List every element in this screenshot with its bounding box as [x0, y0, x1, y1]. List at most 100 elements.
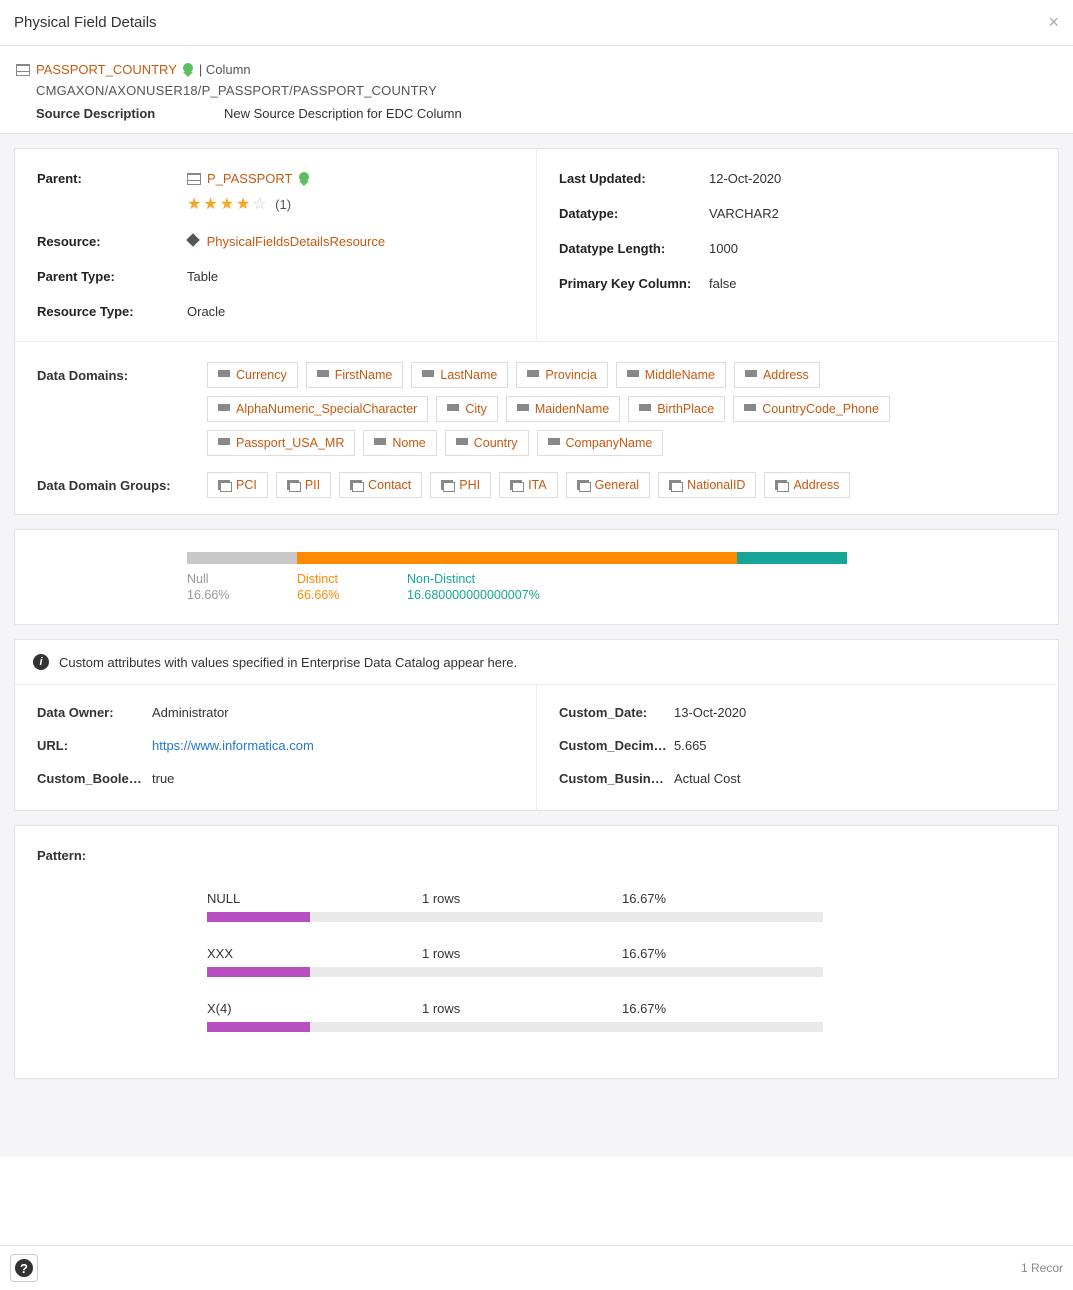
pattern-rows: 1 rows: [422, 891, 622, 906]
grid-icon: [447, 404, 459, 414]
domain-tag[interactable]: MiddleName: [616, 362, 726, 388]
custom-date-label: Custom_Date:: [559, 705, 674, 720]
rating-stars[interactable]: ★★★★☆ (1): [187, 194, 514, 214]
info-icon: i: [33, 654, 49, 670]
grid-icon: [527, 370, 539, 380]
domain-tag[interactable]: Provincia: [516, 362, 607, 388]
tag-label: MiddleName: [645, 368, 715, 382]
data-owner-label: Data Owner:: [37, 705, 152, 720]
grid-icon: [627, 370, 639, 380]
domain-group-tag[interactable]: PHI: [430, 472, 491, 498]
field-name-link[interactable]: PASSPORT_COUNTRY: [36, 62, 177, 77]
domain-tag[interactable]: LastName: [411, 362, 508, 388]
parent-link[interactable]: P_PASSPORT: [207, 171, 293, 186]
tag-label: PCI: [236, 478, 257, 492]
domain-tag[interactable]: Country: [445, 430, 529, 456]
custom-bool-value: true: [152, 771, 514, 786]
question-icon: ?: [15, 1259, 33, 1277]
header-section: PASSPORT_COUNTRY | Column CMGAXON/AXONUS…: [0, 46, 1073, 134]
domain-group-tag[interactable]: ITA: [499, 472, 558, 498]
data-domains-label: Data Domains:: [37, 362, 207, 456]
grid-icon: [548, 438, 560, 448]
domain-group-tag[interactable]: PII: [276, 472, 331, 498]
domain-group-tag[interactable]: Contact: [339, 472, 422, 498]
pattern-rows: 1 rows: [422, 1001, 622, 1016]
pattern-bar: [207, 1022, 823, 1032]
help-button[interactable]: ?: [10, 1254, 38, 1282]
grid-icon: [639, 404, 651, 414]
resource-type-label: Resource Type:: [37, 304, 187, 319]
record-count-text: 1 Recor: [1021, 1261, 1063, 1275]
datatype-len-label: Datatype Length:: [559, 241, 709, 256]
tag-label: ITA: [528, 478, 547, 492]
custom-info-text: Custom attributes with values specified …: [59, 655, 517, 670]
pattern-pct: 16.67%: [622, 891, 666, 906]
domain-tag[interactable]: BirthPlace: [628, 396, 725, 422]
datatype-len-value: 1000: [709, 241, 1036, 256]
tag-label: Passport_USA_MR: [236, 436, 344, 450]
data-owner-value: Administrator: [152, 705, 514, 720]
tag-label: Country: [474, 436, 518, 450]
grid-icon: [218, 438, 230, 448]
stack-icon: [577, 480, 589, 490]
url-label: URL:: [37, 738, 152, 753]
stack-icon: [441, 480, 453, 490]
pk-label: Primary Key Column:: [559, 276, 709, 291]
grid-icon: [218, 370, 230, 380]
tag-label: CountryCode_Phone: [762, 402, 879, 416]
table-icon: [16, 64, 30, 76]
table-icon: [187, 173, 201, 185]
details-right-col: Last Updated: 12-Oct-2020 Datatype: VARC…: [537, 149, 1058, 341]
grid-icon: [374, 438, 386, 448]
domain-tag[interactable]: AlphaNumeric_SpecialCharacter: [207, 396, 428, 422]
type-label: | Column: [199, 62, 251, 77]
cube-icon: [186, 233, 200, 247]
grid-icon: [317, 370, 329, 380]
pattern-label: Pattern:: [37, 848, 1036, 863]
certified-icon: [299, 172, 309, 182]
url-link[interactable]: https://www.informatica.com: [152, 738, 314, 753]
distribution-bar: [187, 552, 847, 564]
parent-type-value: Table: [187, 269, 514, 284]
tag-label: Address: [763, 368, 809, 382]
custom-date-value: 13-Oct-2020: [674, 705, 1036, 720]
resource-type-value: Oracle: [187, 304, 514, 319]
tag-label: AlphaNumeric_SpecialCharacter: [236, 402, 417, 416]
domain-tag[interactable]: Address: [734, 362, 820, 388]
domain-group-tag[interactable]: PCI: [207, 472, 268, 498]
details-left-col: Parent: P_PASSPORT ★★★★☆ (1): [15, 149, 537, 341]
domain-tag[interactable]: CountryCode_Phone: [733, 396, 890, 422]
grid-icon: [456, 438, 468, 448]
domain-tag[interactable]: City: [436, 396, 498, 422]
domain-tag[interactable]: CompanyName: [537, 430, 664, 456]
grid-icon: [744, 404, 756, 414]
distribution-null-segment: [187, 552, 297, 564]
pattern-pct: 16.67%: [622, 946, 666, 961]
tag-label: Address: [793, 478, 839, 492]
domain-group-tag[interactable]: General: [566, 472, 650, 498]
tag-label: General: [595, 478, 639, 492]
tag-label: FirstName: [335, 368, 393, 382]
data-domain-groups-tags: PCI PII Contact PHI ITA General NationalID Addr…: [207, 472, 1036, 498]
pattern-bar: [207, 967, 823, 977]
resource-link[interactable]: PhysicalFieldsDetailsResource: [207, 234, 385, 249]
domain-tag[interactable]: MaidenName: [506, 396, 620, 422]
domain-tag[interactable]: FirstName: [306, 362, 404, 388]
pattern-fill: [207, 912, 310, 922]
domain-tag[interactable]: Currency: [207, 362, 298, 388]
resource-label: Resource:: [37, 234, 187, 249]
domain-group-tag[interactable]: Address: [764, 472, 850, 498]
stack-icon: [775, 480, 787, 490]
custom-busin-value: Actual Cost: [674, 771, 1036, 786]
domain-group-tag[interactable]: NationalID: [658, 472, 756, 498]
stack-icon: [350, 480, 362, 490]
rating-count: (1): [275, 197, 291, 212]
close-icon[interactable]: ×: [1048, 12, 1059, 33]
pattern-item: NULL1 rows16.67%: [207, 891, 823, 922]
domain-tag[interactable]: Nome: [363, 430, 436, 456]
pattern-name: NULL: [207, 891, 422, 906]
pattern-name: X(4): [207, 1001, 422, 1016]
domain-tag[interactable]: Passport_USA_MR: [207, 430, 355, 456]
custom-bool-label: Custom_Boole…: [37, 771, 152, 786]
parent-type-label: Parent Type:: [37, 269, 187, 284]
